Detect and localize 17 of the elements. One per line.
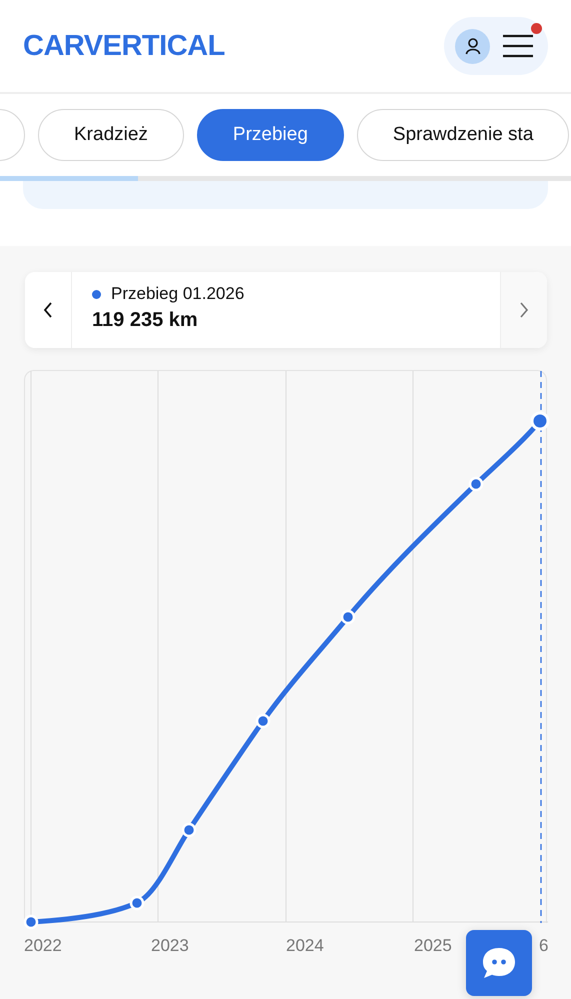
axis-label: 2024 — [286, 936, 324, 956]
chevron-right-icon — [519, 302, 529, 318]
chevron-left-icon — [43, 302, 53, 318]
axis-label: 6 — [539, 936, 548, 956]
axis-label: 2023 — [151, 936, 189, 956]
series-label: Przebieg 01.2026 — [111, 284, 244, 304]
mileage-value: 119 235 km — [92, 309, 199, 332]
axis-label: 2022 — [24, 936, 62, 956]
axis-label: 2025 — [414, 936, 452, 956]
user-icon[interactable] — [455, 28, 490, 64]
chat-bubble-icon — [481, 946, 517, 980]
logo[interactable]: CARVERTICAL — [23, 30, 225, 62]
chat-button[interactable] — [466, 930, 532, 996]
tab[interactable]: Sprawdzenie sta — [356, 109, 570, 161]
tab[interactable]: Kradzież — [38, 109, 184, 161]
menu-icon[interactable] — [502, 33, 534, 59]
tab[interactable]: Przebieg — [196, 109, 344, 161]
